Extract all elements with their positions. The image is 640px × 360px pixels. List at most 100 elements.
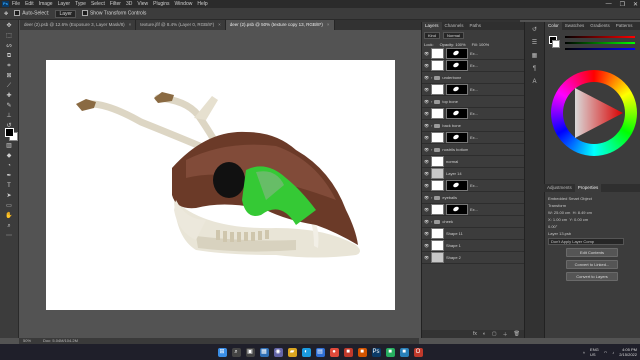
group-expand-icon[interactable]: ›	[431, 99, 432, 104]
properties-icon[interactable]: ☰	[530, 39, 539, 48]
stamp-icon[interactable]: ⊥	[4, 112, 14, 120]
tab-adjustments[interactable]: Adjustments	[544, 184, 575, 192]
convert-to-layers-button[interactable]: Convert to Layers	[566, 272, 618, 281]
language-indicator[interactable]: ENG US	[590, 347, 599, 357]
layer-row[interactable]: 👁 › top bone	[422, 96, 524, 108]
chrome-icon[interactable]: ●	[329, 347, 339, 357]
widgets-icon[interactable]: ▦	[259, 347, 269, 357]
layer-thumbnail[interactable]	[431, 180, 444, 191]
layer-row[interactable]: 👁 › nostrils bottom	[422, 144, 524, 156]
bg-color-chip[interactable]	[552, 40, 560, 48]
new-layer-icon[interactable]: ＋	[503, 331, 508, 338]
layer-thumbnail[interactable]	[431, 204, 444, 215]
paragraph-icon[interactable]: ¶	[530, 65, 539, 74]
close-icon[interactable]: ✕	[633, 1, 638, 8]
layer-row[interactable]: 👁 Ex...	[422, 84, 524, 96]
opacity-field[interactable]: Opacity: 100%	[440, 42, 466, 47]
app-blue-icon[interactable]: ■	[399, 347, 409, 357]
color-triangle[interactable]	[551, 70, 637, 156]
move-icon[interactable]: ✥	[4, 22, 14, 30]
frame-icon[interactable]: ⊠	[4, 72, 14, 80]
layer-mask-thumbnail[interactable]	[446, 180, 468, 191]
app-green-icon[interactable]: ■	[385, 347, 395, 357]
visibility-eye-icon[interactable]: 👁	[424, 63, 429, 68]
slider-b[interactable]	[565, 48, 635, 50]
new-group-icon[interactable]: ▢	[492, 331, 497, 337]
layer-row[interactable]: 👁 › back bone	[422, 120, 524, 132]
fx-icon[interactable]: fx	[473, 331, 477, 337]
menu-edit[interactable]: Edit	[25, 1, 34, 7]
layer-row[interactable]: 👁 Shape 11	[422, 228, 524, 240]
opera-icon[interactable]: O	[413, 347, 423, 357]
layer-thumbnail[interactable]	[431, 132, 444, 143]
layer-row[interactable]: 👁 normal	[422, 156, 524, 168]
blur-icon[interactable]: ◆	[4, 152, 14, 160]
edge-icon[interactable]: ◐	[301, 347, 311, 357]
layer-row[interactable]: 👁 Ex...	[422, 132, 524, 144]
clock[interactable]: 4:05 PM 2/15/2022	[619, 347, 637, 357]
visibility-eye-icon[interactable]: 👁	[424, 87, 429, 92]
tab-texture[interactable]: texture.jfif @ 8.4% (Layer 0, RGB/8*) ×	[136, 20, 226, 30]
menu-window[interactable]: Window	[175, 1, 193, 7]
path-select-icon[interactable]: ➤	[4, 192, 14, 200]
menu-file[interactable]: File	[12, 1, 20, 7]
history-icon[interactable]: ↺	[530, 26, 539, 35]
layer-thumbnail[interactable]	[431, 156, 444, 167]
tab-deer-exposure[interactable]: deer (2).psb @ 12.6% (Exposure 3, Layer …	[20, 20, 137, 30]
foreground-color-swatch[interactable]	[5, 128, 14, 137]
shape-icon[interactable]: ▭	[4, 202, 14, 210]
visibility-eye-icon[interactable]: 👁	[424, 183, 429, 188]
layer-row[interactable]: 👁 Ex...	[422, 60, 524, 72]
explorer-icon[interactable]: ▰	[287, 347, 297, 357]
slider-g[interactable]	[565, 42, 635, 44]
lasso-icon[interactable]: ᔕ	[4, 42, 14, 50]
layer-row[interactable]: 👁 Ex...	[422, 108, 524, 120]
brush-icon[interactable]: ✎	[4, 102, 14, 110]
width-value[interactable]: W: 25.00 cm	[548, 210, 570, 215]
tab-color[interactable]: Color	[545, 22, 562, 30]
y-value[interactable]: Y: 0.00 cm	[569, 217, 588, 222]
show-transform-checkbox[interactable]: Show Transform Controls	[81, 10, 146, 17]
more-tools-icon[interactable]: ⋯	[4, 232, 14, 240]
task-view-icon[interactable]: ▣	[245, 347, 255, 357]
tab-deer-texture-copy[interactable]: deer (2).psb @ 50% (texture copy 13, RGB…	[225, 20, 335, 30]
dodge-icon[interactable]: ◔	[4, 162, 14, 170]
edit-contents-button[interactable]: Edit Contents	[566, 248, 618, 257]
tab-patterns[interactable]: Patterns	[613, 22, 636, 30]
tab-paths[interactable]: Paths	[467, 22, 485, 30]
menu-type[interactable]: Type	[75, 1, 86, 7]
auto-select-dropdown[interactable]: Layer	[55, 9, 76, 18]
layer-row[interactable]: 👁 Shape 1	[422, 240, 524, 252]
layer-thumbnail[interactable]	[431, 228, 444, 239]
pen-icon[interactable]: ✒	[4, 172, 14, 180]
group-expand-icon[interactable]: ›	[431, 123, 432, 128]
visibility-eye-icon[interactable]: 👁	[424, 111, 429, 116]
document-canvas[interactable]	[46, 60, 395, 310]
layer-comp-select[interactable]: Don't Apply Layer Comp	[548, 238, 624, 245]
fill-field[interactable]: Fill: 100%	[472, 42, 490, 47]
menu-filter[interactable]: Filter	[110, 1, 121, 7]
minimize-icon[interactable]: —	[606, 1, 612, 7]
tab-properties[interactable]: Properties	[574, 184, 602, 192]
group-expand-icon[interactable]: ›	[431, 147, 432, 152]
x-value[interactable]: X: 1.00 cm	[548, 217, 567, 222]
slider-r[interactable]	[565, 36, 635, 38]
angle-value[interactable]: 0.00°	[548, 224, 640, 229]
layer-thumbnail[interactable]	[431, 168, 444, 179]
type-icon[interactable]: T	[4, 182, 14, 190]
wifi-icon[interactable]: ◠	[604, 350, 608, 355]
menu-view[interactable]: View	[137, 1, 148, 7]
hand-icon[interactable]: ✋	[4, 212, 14, 220]
layer-mask-thumbnail[interactable]	[446, 60, 468, 71]
menu-plugins[interactable]: Plugins	[153, 1, 169, 7]
visibility-eye-icon[interactable]: 👁	[424, 147, 429, 152]
search-icon[interactable]: ⌕	[231, 347, 241, 357]
visibility-eye-icon[interactable]: 👁	[424, 255, 429, 260]
tab-gradients[interactable]: Gradients	[587, 22, 613, 30]
tab-channels[interactable]: Channels	[442, 22, 467, 30]
layer-mask-thumbnail[interactable]	[446, 48, 468, 59]
visibility-eye-icon[interactable]: 👁	[424, 159, 429, 164]
layer-row[interactable]: 👁 Ex...	[422, 180, 524, 192]
blend-mode-select[interactable]: Normal	[443, 32, 464, 39]
visibility-eye-icon[interactable]: 👁	[424, 99, 429, 104]
